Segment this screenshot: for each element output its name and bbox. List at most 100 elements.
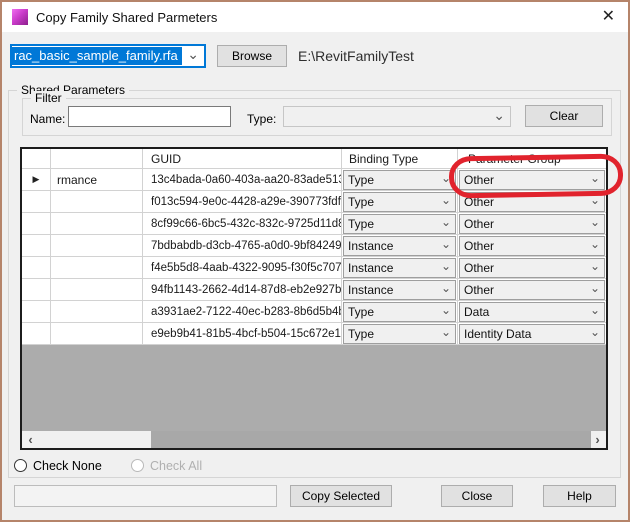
header-guid: GUID <box>143 149 342 168</box>
row-selector-cell[interactable] <box>22 213 51 234</box>
close-button[interactable]: Close <box>441 485 513 507</box>
chevron-down-icon: ⌄ <box>439 217 455 231</box>
name-cell <box>51 257 143 278</box>
window-title: Copy Family Shared Parmeters <box>36 10 217 25</box>
parameter-group-dropdown[interactable]: Other⌄ <box>459 236 605 256</box>
row-selector-cell[interactable] <box>22 279 51 300</box>
table-row[interactable]: 7bdbabdb-d3cb-4765-a0d0-9bf84249d... Ins… <box>22 235 606 257</box>
chevron-down-icon: ⌄ <box>439 327 455 341</box>
name-cell <box>51 279 143 300</box>
name-cell: rmance <box>51 169 143 190</box>
table-row[interactable]: e9eb9b41-81b5-4bcf-b504-15c672e1e... Typ… <box>22 323 606 345</box>
binding-type-dropdown[interactable]: Type⌄ <box>343 302 456 322</box>
horizontal-scrollbar[interactable]: ‹ › <box>22 431 606 448</box>
filter-group-label: Filter <box>31 91 66 105</box>
table-row[interactable]: f4e5b5d8-4aab-4322-9095-f30f5c707fb2 Ins… <box>22 257 606 279</box>
chevron-down-icon: ⌄ <box>588 305 604 319</box>
chevron-down-icon: ⌄ <box>439 283 455 297</box>
parameter-group-dropdown[interactable]: Data⌄ <box>459 302 605 322</box>
filter-type-label: Type: <box>247 112 276 126</box>
parameter-group-dropdown[interactable]: Other⌄ <box>459 170 605 190</box>
app-icon <box>12 9 28 25</box>
close-icon[interactable]: ✕ <box>602 8 615 26</box>
header-row-selector <box>22 149 51 168</box>
table-header-row: GUID Binding Type Parameter Group <box>22 149 606 169</box>
binding-type-dropdown[interactable]: Type⌄ <box>343 324 456 344</box>
header-parameter-group: Parameter Group <box>458 149 606 168</box>
table-row[interactable]: 8cf99c66-6bc5-432c-832c-9725d11d8... Typ… <box>22 213 606 235</box>
scroll-right-icon[interactable]: › <box>589 431 606 448</box>
parameter-group-dropdown[interactable]: Identity Data⌄ <box>459 324 605 344</box>
shared-parameters-table: GUID Binding Type Parameter Group ▶ rman… <box>20 147 608 450</box>
scrollbar-thumb[interactable] <box>151 431 591 448</box>
family-file-value: rac_basic_sample_family.rfa <box>12 47 182 65</box>
chevron-down-icon: ⌄ <box>588 327 604 341</box>
check-all-label: Check All <box>150 459 202 473</box>
row-selector-cell[interactable] <box>22 235 51 256</box>
name-cell <box>51 323 143 344</box>
guid-cell: 8cf99c66-6bc5-432c-832c-9725d11d8... <box>143 213 342 234</box>
title-bar: Copy Family Shared Parmeters ✕ <box>2 2 628 32</box>
scroll-left-icon[interactable]: ‹ <box>22 431 39 448</box>
parameter-group-dropdown[interactable]: Other⌄ <box>459 258 605 278</box>
table-row[interactable]: f013c594-9e0c-4428-a29e-390773fdf1... Ty… <box>22 191 606 213</box>
guid-cell: 94fb1143-2662-4d14-87d8-eb2e927b2... <box>143 279 342 300</box>
row-selector-cell[interactable] <box>22 191 51 212</box>
binding-type-dropdown[interactable]: Type⌄ <box>343 214 456 234</box>
parameter-group-dropdown[interactable]: Other⌄ <box>459 192 605 212</box>
help-button[interactable]: Help <box>543 485 616 507</box>
chevron-down-icon: ⌄ <box>439 261 455 275</box>
chevron-down-icon: ⌄ <box>588 239 604 253</box>
name-cell <box>51 191 143 212</box>
row-selector-cell[interactable] <box>22 257 51 278</box>
row-selector-cell[interactable]: ▶ <box>22 169 51 190</box>
parameter-group-dropdown[interactable]: Other⌄ <box>459 280 605 300</box>
chevron-down-icon: ⌄ <box>588 217 604 231</box>
parameter-group-dropdown[interactable]: Other⌄ <box>459 214 605 234</box>
chevron-down-icon: ⌄ <box>588 195 604 209</box>
copy-family-shared-parameters-dialog: Copy Family Shared Parmeters ✕ rac_basic… <box>0 0 630 522</box>
guid-cell: e9eb9b41-81b5-4bcf-b504-15c672e1e... <box>143 323 342 344</box>
filter-name-label: Name: <box>30 112 65 126</box>
name-cell <box>51 235 143 256</box>
chevron-down-icon: ⌄ <box>588 283 604 297</box>
binding-type-dropdown[interactable]: Type⌄ <box>343 192 456 212</box>
guid-cell: f013c594-9e0c-4428-a29e-390773fdf1... <box>143 191 342 212</box>
check-all-radio <box>131 459 144 472</box>
scrollbar-track[interactable] <box>39 431 589 448</box>
chevron-down-icon: ⌄ <box>488 110 510 124</box>
guid-cell: a3931ae2-7122-40ec-b283-8b6d5b4b... <box>143 301 342 322</box>
chevron-down-icon: ⌄ <box>182 49 204 63</box>
filter-type-dropdown: ⌄ <box>283 106 511 127</box>
row-selector-cell[interactable] <box>22 323 51 344</box>
check-none-label: Check None <box>33 459 102 473</box>
copy-selected-button[interactable]: Copy Selected <box>290 485 392 507</box>
table-row[interactable]: a3931ae2-7122-40ec-b283-8b6d5b4b... Type… <box>22 301 606 323</box>
clear-button[interactable]: Clear <box>525 105 603 127</box>
table-row[interactable]: 94fb1143-2662-4d14-87d8-eb2e927b2... Ins… <box>22 279 606 301</box>
progress-bar <box>14 485 277 507</box>
check-none-radio[interactable] <box>14 459 27 472</box>
binding-type-dropdown[interactable]: Instance⌄ <box>343 258 456 278</box>
binding-type-dropdown[interactable]: Instance⌄ <box>343 280 456 300</box>
binding-type-dropdown[interactable]: Instance⌄ <box>343 236 456 256</box>
filter-name-input[interactable] <box>68 106 231 127</box>
chevron-down-icon: ⌄ <box>439 195 455 209</box>
name-cell <box>51 301 143 322</box>
guid-cell: 7bdbabdb-d3cb-4765-a0d0-9bf84249d... <box>143 235 342 256</box>
browse-button[interactable]: Browse <box>217 45 287 67</box>
name-cell <box>51 213 143 234</box>
chevron-down-icon: ⌄ <box>439 173 455 187</box>
guid-cell: 13c4bada-0a60-403a-aa20-83ade513... <box>143 169 342 190</box>
family-file-combobox[interactable]: rac_basic_sample_family.rfa ⌄ <box>10 44 206 68</box>
chevron-down-icon: ⌄ <box>439 239 455 253</box>
row-pointer-icon: ▶ <box>33 174 40 185</box>
table-row[interactable]: ▶ rmance 13c4bada-0a60-403a-aa20-83ade51… <box>22 169 606 191</box>
guid-cell: f4e5b5d8-4aab-4322-9095-f30f5c707fb2 <box>143 257 342 278</box>
table-empty-area <box>22 345 606 431</box>
header-binding-type: Binding Type <box>342 149 458 168</box>
header-name <box>51 149 143 168</box>
row-selector-cell[interactable] <box>22 301 51 322</box>
binding-type-dropdown[interactable]: Type⌄ <box>343 170 456 190</box>
chevron-down-icon: ⌄ <box>588 261 604 275</box>
